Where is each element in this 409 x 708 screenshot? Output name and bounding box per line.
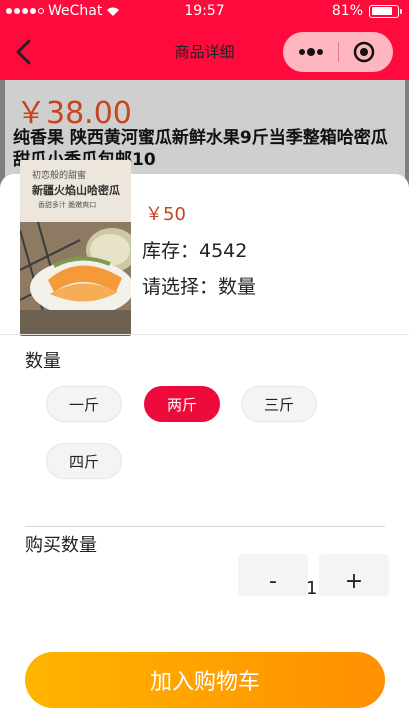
- thumbnail-caption-1: 初恋般的甜蜜: [32, 171, 87, 181]
- option-chip[interactable]: 三斤: [241, 386, 317, 422]
- battery-icon: [369, 4, 402, 18]
- product-price: ￥38.00: [16, 96, 132, 131]
- quantity-title: 购买数量: [25, 535, 97, 556]
- battery-status: 81%: [331, 3, 402, 19]
- divider: [0, 334, 409, 335]
- option-chip-selected[interactable]: 两斤: [144, 386, 220, 422]
- close-miniprogram-button[interactable]: [353, 41, 375, 63]
- thumbnail-caption-3: 香甜多汁 脆嫩爽口: [38, 201, 97, 209]
- increment-button[interactable]: +: [319, 554, 389, 596]
- miniprogram-capsule: [283, 32, 393, 72]
- quantity-value[interactable]: 1: [306, 578, 317, 599]
- thumbnail-caption-2: 新疆火焰山哈密瓜: [32, 184, 120, 197]
- sku-stock: 库存：4542: [142, 240, 248, 262]
- option-chip[interactable]: 一斤: [46, 386, 122, 422]
- nav-bar: 商品详细: [0, 24, 409, 80]
- more-dots-icon: [299, 48, 323, 56]
- more-options-button[interactable]: [297, 42, 325, 62]
- capsule-divider: [338, 42, 339, 62]
- spec-title: 数量: [25, 351, 61, 372]
- divider: [25, 526, 385, 527]
- add-to-cart-button[interactable]: 加入购物车: [25, 652, 385, 708]
- decrement-button[interactable]: -: [238, 554, 308, 596]
- product-thumbnail: 初恋般的甜蜜 新疆火焰山哈密瓜 香甜多汁 脆嫩爽口: [20, 160, 131, 336]
- sku-price: ￥50: [145, 204, 186, 225]
- battery-percent: 81%: [331, 3, 363, 19]
- status-bar: WeChat 19:57 81%: [0, 0, 409, 24]
- sku-choose-hint: 请选择：数量: [142, 276, 257, 298]
- target-icon: [353, 41, 375, 63]
- option-chip[interactable]: 四斤: [46, 443, 122, 479]
